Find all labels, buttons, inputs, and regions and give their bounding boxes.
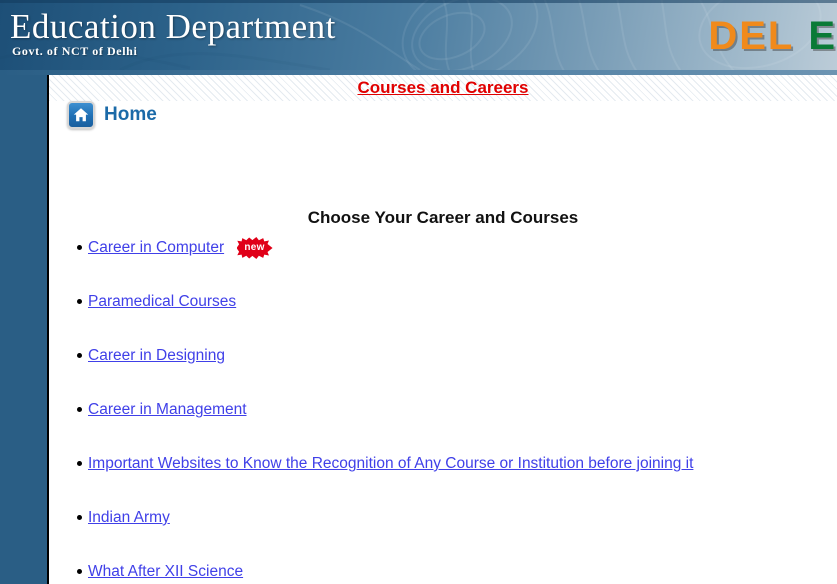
list-item: Indian Army <box>49 507 837 561</box>
course-link[interactable]: Career in Designing <box>88 347 225 364</box>
list-bullet <box>77 569 82 574</box>
list-bullet <box>77 299 82 304</box>
list-bullet <box>77 515 82 520</box>
list-bullet <box>77 407 82 412</box>
list-item: Career in Management <box>49 399 837 453</box>
site-title: Education Department <box>10 7 336 46</box>
list-item: What After XII Science <box>49 561 837 584</box>
page-title: Courses and Careers <box>357 78 529 97</box>
course-link[interactable]: Career in Computer <box>88 239 224 256</box>
list-bullet <box>77 461 82 466</box>
list-item: Important Websites to Know the Recogniti… <box>49 453 837 507</box>
course-link[interactable]: Important Websites to Know the Recogniti… <box>88 455 693 472</box>
new-badge-label: new <box>244 242 265 253</box>
list-item: Career in Computer new <box>49 237 837 291</box>
home-link[interactable]: Home <box>67 101 157 129</box>
del-e-logo: DEL E <box>708 14 837 58</box>
list-bullet <box>77 245 82 250</box>
page-root: Education Department Govt. of NCT of Del… <box>0 0 837 584</box>
list-item: Paramedical Courses <box>49 291 837 345</box>
logo-text-del: DEL <box>708 14 795 58</box>
course-link[interactable]: Indian Army <box>88 509 170 526</box>
course-link[interactable]: What After XII Science <box>88 563 243 580</box>
list-item: Career in Designing <box>49 345 837 399</box>
left-sidebar <box>0 75 49 584</box>
banner-top-rule <box>0 0 837 3</box>
list-bullet <box>77 353 82 358</box>
section-title: Choose Your Career and Courses <box>307 208 579 227</box>
new-badge-icon: new <box>236 237 273 259</box>
home-icon <box>67 101 95 129</box>
main-content: Courses and Careers Home Choose Your Car… <box>49 75 837 584</box>
logo-text-e: E <box>808 14 837 58</box>
home-link-label: Home <box>104 104 157 125</box>
site-subtitle: Govt. of NCT of Delhi <box>12 44 138 58</box>
site-banner: Education Department Govt. of NCT of Del… <box>0 0 837 70</box>
course-link[interactable]: Paramedical Courses <box>88 293 236 310</box>
course-link[interactable]: Career in Management <box>88 401 247 418</box>
courses-link-list: Career in Computer new Paramedical Cours… <box>49 237 837 584</box>
